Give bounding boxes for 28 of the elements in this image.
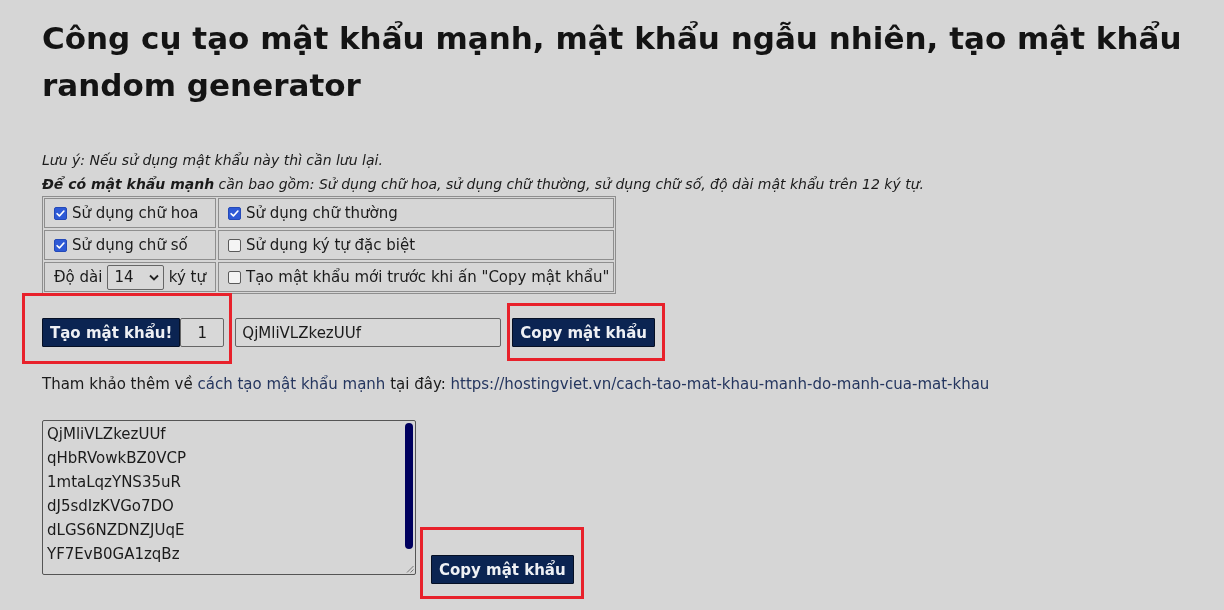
password-field[interactable]: QjMliVLZkezUUf (235, 318, 502, 347)
copy-password-button[interactable]: Copy mật khẩu (431, 555, 574, 584)
checkbox-label: Tạo mật khẩu mới trước khi ấn "Copy mật khẩu" (246, 268, 610, 286)
checkbox-label: Sử dụng ký tự đặc biệt (246, 236, 416, 254)
checkbox[interactable] (54, 238, 67, 252)
checkbox-label: Sử dụng chữ thường (246, 204, 398, 222)
reference-text: Tham khảo thêm về cách tạo mật khẩu mạnh tại đây: https://hostingviet.vn/cach-tao-mat-khau-manh-do-manh-cua-mat-khau (42, 374, 991, 395)
length-label: Độ dài (54, 268, 103, 286)
checkbox[interactable] (54, 206, 67, 220)
reference-link[interactable]: https://hostingviet.vn/cach-tao-mat-khau-manh-do-manh-cua-mat-khau (450, 375, 990, 393)
checkbox[interactable] (228, 238, 241, 252)
create-password-button[interactable]: Tạo mật khẩu! (42, 318, 181, 347)
scrollbar-thumb[interactable] (405, 423, 413, 549)
length-select[interactable]: 14 (107, 264, 164, 290)
checkbox[interactable] (228, 206, 241, 220)
count-field[interactable]: 1 (180, 318, 225, 347)
checkbox-label: Sử dụng chữ hoa (72, 204, 199, 222)
password-history-field[interactable]: QjMliVLZkezUUf qHbRVowkBZ0VCP 1mtaLqzYNS35uR dJ5sdIzKVGo7DO dLGS6NZDNZJUqE YF7EvB0GA1zqBz (42, 420, 416, 575)
note-text: Lưu ý: Nếu sử dụng mật khẩu này thì cần lưu lại. (42, 151, 384, 170)
caret-icon (148, 273, 159, 281)
checkbox[interactable] (228, 270, 241, 284)
page-title: Công cụ tạo mật khẩu mạnh, mật khẩu ngẫu nhiên, tạo mật khẩu random generator (42, 19, 1183, 105)
note-text: Để có mật khẩu mạnh cần bao gồm: Sử dụng chữ hoa, sử dụng chữ thường, sử dụng chữ số, độ dài mật khẩu trên 12 ký tự. (42, 175, 925, 194)
checkbox-label: Sử dụng chữ số (72, 236, 188, 254)
copy-password-button[interactable]: Copy mật khẩu (512, 318, 655, 347)
unit-label: ký tự (168, 268, 206, 286)
resize-grip-icon[interactable] (406, 565, 414, 573)
reference-link[interactable]: cách tạo mật khẩu mạnh (197, 375, 386, 393)
